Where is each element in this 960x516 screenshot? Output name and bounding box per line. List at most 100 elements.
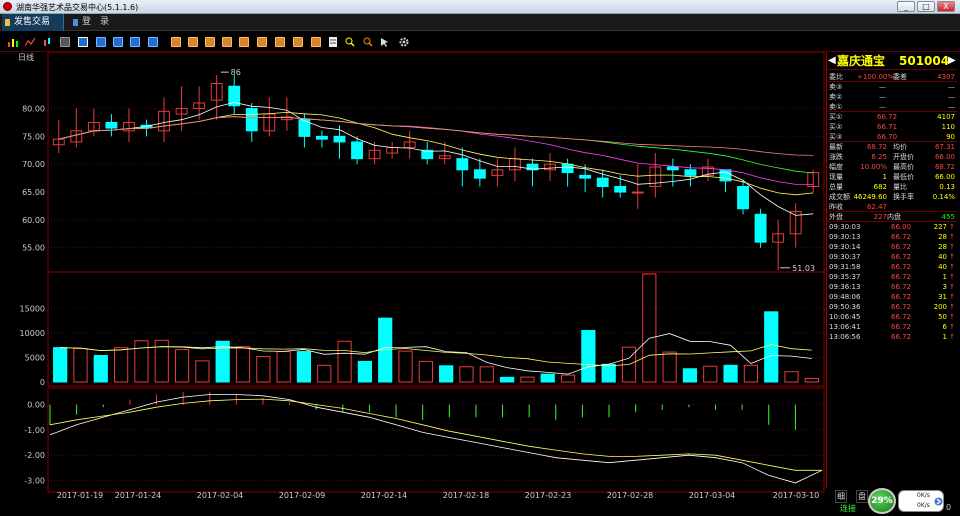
tick-row: 09:36:13 66.72 3 ↑ (827, 282, 957, 292)
cpu-percent-badge[interactable]: 29% (868, 488, 896, 514)
orange-square-icon[interactable] (188, 37, 198, 47)
candle-down (596, 177, 609, 187)
tick-time: 09:31:58 (829, 263, 861, 271)
outer-inner-row: 外盘 227 内盘 455 (827, 212, 957, 222)
tick-time: 09:36:13 (829, 283, 861, 291)
candle-down (228, 85, 241, 107)
volume-bar-up (479, 366, 494, 383)
tick-volume: 28 (938, 243, 947, 251)
stock-name: 嘉庆通宝 (837, 54, 886, 68)
ask-price: — (879, 83, 886, 91)
volume-bar-down (723, 364, 738, 383)
bid-label: 买① (829, 113, 843, 121)
ask-price: — (879, 93, 886, 101)
tick-row: 09:30:14 66.72 28 ↑ (827, 242, 957, 252)
tab-detail[interactable]: 细 (835, 490, 847, 503)
volume-bar-up (174, 349, 190, 383)
line-chart-icon[interactable] (24, 37, 36, 47)
quote-row: 最新 68.72 均价 67.31 (827, 142, 957, 152)
candle-down (333, 135, 346, 143)
tick-time: 13:06:56 (829, 333, 861, 341)
volume-bar-up (73, 348, 88, 383)
volume-bar-down (764, 311, 779, 383)
download-speed: 0K/s (917, 502, 930, 509)
login-icon (73, 19, 78, 26)
app-window: 湖南华强艺术品交易中心(5.1.1.6) _ □ X 发售交易 登 录 日线 8… (0, 0, 960, 516)
orange-square-icon[interactable] (275, 37, 285, 47)
ask-label: 卖③ (829, 83, 843, 91)
blue-square-icon[interactable] (130, 37, 140, 47)
menu-issue-trade[interactable]: 发售交易 (2, 14, 64, 31)
tick-volume: 200 (933, 303, 947, 311)
macd-frame (47, 387, 825, 493)
tick-price: 66.72 (891, 333, 912, 341)
date-tick-label: 2017-02-04 (197, 491, 244, 500)
candle-down (684, 169, 697, 176)
connection-status: 连接 (840, 504, 856, 513)
weicha-value: 4307 (937, 73, 955, 81)
tick-time: 09:30:03 (829, 223, 861, 231)
settings-gear-icon[interactable] (399, 37, 409, 47)
tick-time: 10:06:45 (829, 313, 861, 321)
blue-square-icon[interactable] (113, 37, 123, 47)
zoom-out-icon[interactable] (363, 37, 373, 47)
window-title: 湖南华强艺术品交易中心(5.1.1.6) (16, 3, 139, 12)
outer-label: 外盘 (829, 213, 843, 221)
volume-tick-label: 10000 (20, 329, 45, 338)
date-tick-label: 2017-01-24 (115, 491, 162, 500)
orange-square-icon[interactable] (311, 37, 321, 47)
candle-down (456, 158, 469, 171)
ask-row: 卖② — — (827, 92, 957, 102)
quote-value: 6.25 (871, 153, 887, 161)
network-speed-widget[interactable]: 0K/s 0K/s (898, 490, 944, 512)
tab-book[interactable]: 盘 (856, 490, 868, 503)
blue-square-icon[interactable] (148, 37, 158, 47)
next-stock-icon[interactable]: ▶ (948, 52, 956, 70)
prev-stock-icon[interactable]: ◀ (828, 52, 836, 70)
date-tick-label: 2017-02-28 (607, 491, 654, 500)
orange-square-icon[interactable] (171, 37, 181, 47)
quote-value: 10.00% (860, 163, 887, 171)
document-icon[interactable] (328, 37, 338, 47)
tick-volume: 28 (938, 233, 947, 241)
orange-square-icon[interactable] (293, 37, 303, 47)
bid-volume: 110 (941, 123, 955, 131)
blue-square-icon[interactable] (96, 37, 106, 47)
volume-bar-up (256, 355, 271, 383)
macd-tick-label: -3.00 (24, 476, 45, 485)
maximize-button[interactable]: □ (917, 1, 935, 12)
bar-chart-icon[interactable] (8, 37, 18, 47)
orange-square-icon[interactable] (205, 37, 215, 47)
volume-bar-down (215, 340, 230, 383)
calendar-icon[interactable] (60, 37, 70, 47)
grid-icon[interactable] (78, 37, 88, 47)
tick-up-arrow-icon: ↑ (949, 283, 955, 291)
tick-time: 09:30:14 (829, 243, 861, 251)
quote-value: 62.47 (866, 203, 887, 211)
volume-bar-up (337, 340, 352, 383)
menu-login[interactable]: 登 录 (70, 14, 118, 31)
ask-row: 卖③ — — (827, 82, 957, 92)
app-logo-icon (3, 2, 12, 11)
tick-up-arrow-icon: ↑ (949, 303, 955, 311)
candle-down (473, 169, 486, 179)
kline-chart[interactable]: 日线 80.00 75.00 70.00 65.00 60.00 55.00 86 51.03 1… (0, 52, 826, 504)
orange-square-icon[interactable] (239, 37, 249, 47)
tick-up-arrow-icon: ↑ (949, 263, 955, 271)
cursor-icon[interactable] (380, 37, 390, 47)
zoom-in-icon[interactable] (345, 37, 355, 47)
tick-price: 66.00 (891, 223, 912, 231)
bid-price: 66.72 (877, 113, 898, 121)
close-button[interactable]: X (937, 1, 955, 12)
orange-square-icon[interactable] (257, 37, 267, 47)
quote-label: 换手率 (893, 193, 914, 201)
volume-bar-up (195, 360, 210, 383)
minimize-button[interactable]: _ (897, 1, 915, 12)
quote-label: 总量 (829, 183, 843, 191)
ask-row: 卖① — — (827, 102, 957, 112)
tick-time: 09:35:37 (829, 273, 861, 281)
candles-icon[interactable] (43, 37, 53, 47)
price-tick-label: 60.00 (22, 216, 45, 225)
tick-up-arrow-icon: ↑ (949, 233, 955, 241)
orange-square-icon[interactable] (222, 37, 232, 47)
